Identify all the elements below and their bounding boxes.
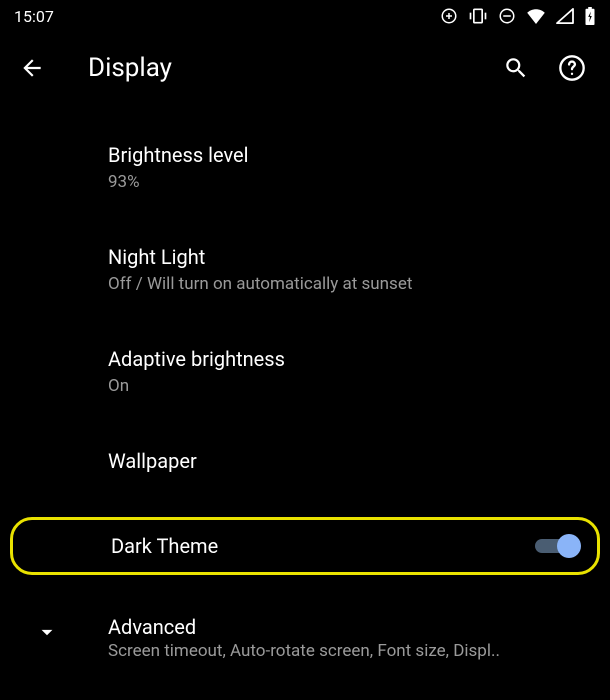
setting-title: Night Light	[108, 244, 586, 271]
wifi-icon	[526, 8, 546, 24]
setting-title: Wallpaper	[108, 448, 586, 475]
setting-title: Adaptive brightness	[108, 346, 586, 373]
setting-subtitle: Screen timeout, Auto-rotate screen, Font…	[108, 641, 586, 661]
chevron-down-icon	[34, 619, 60, 649]
arrow-back-icon	[19, 55, 45, 81]
setting-subtitle: On	[108, 375, 586, 398]
setting-subtitle: Off / Will turn on automatically at suns…	[108, 273, 586, 296]
setting-title: Advanced	[108, 615, 586, 639]
data-saver-icon	[440, 7, 458, 25]
vibrate-icon	[468, 7, 488, 25]
app-bar: Display	[0, 32, 610, 104]
do-not-disturb-icon	[498, 7, 516, 25]
back-button[interactable]	[18, 54, 46, 82]
switch-thumb	[557, 534, 581, 558]
setting-title: Brightness level	[108, 142, 586, 169]
setting-title: Dark Theme	[111, 534, 535, 558]
page-title: Display	[88, 53, 474, 83]
status-bar: 15:07	[0, 0, 610, 32]
wallpaper-row[interactable]: Wallpaper	[0, 434, 610, 489]
brightness-level-row[interactable]: Brightness level 93%	[0, 128, 610, 208]
setting-subtitle: 93%	[108, 171, 586, 194]
dark-theme-toggle[interactable]	[535, 534, 579, 558]
search-icon	[503, 55, 529, 81]
cell-signal-icon	[556, 8, 574, 24]
battery-charging-icon	[584, 7, 596, 25]
settings-list: Brightness level 93% Night Light Off / W…	[0, 104, 610, 675]
night-light-row[interactable]: Night Light Off / Will turn on automatic…	[0, 230, 610, 310]
status-icons	[440, 7, 596, 25]
advanced-row[interactable]: Advanced Screen timeout, Auto-rotate scr…	[0, 597, 610, 675]
dark-theme-row[interactable]: Dark Theme	[10, 517, 600, 575]
status-time: 15:07	[14, 7, 54, 26]
adaptive-brightness-row[interactable]: Adaptive brightness On	[0, 332, 610, 412]
search-button[interactable]	[502, 54, 530, 82]
help-icon	[558, 54, 586, 82]
settings-display-screen: 15:07 Display	[0, 0, 610, 700]
help-button[interactable]	[558, 54, 586, 82]
